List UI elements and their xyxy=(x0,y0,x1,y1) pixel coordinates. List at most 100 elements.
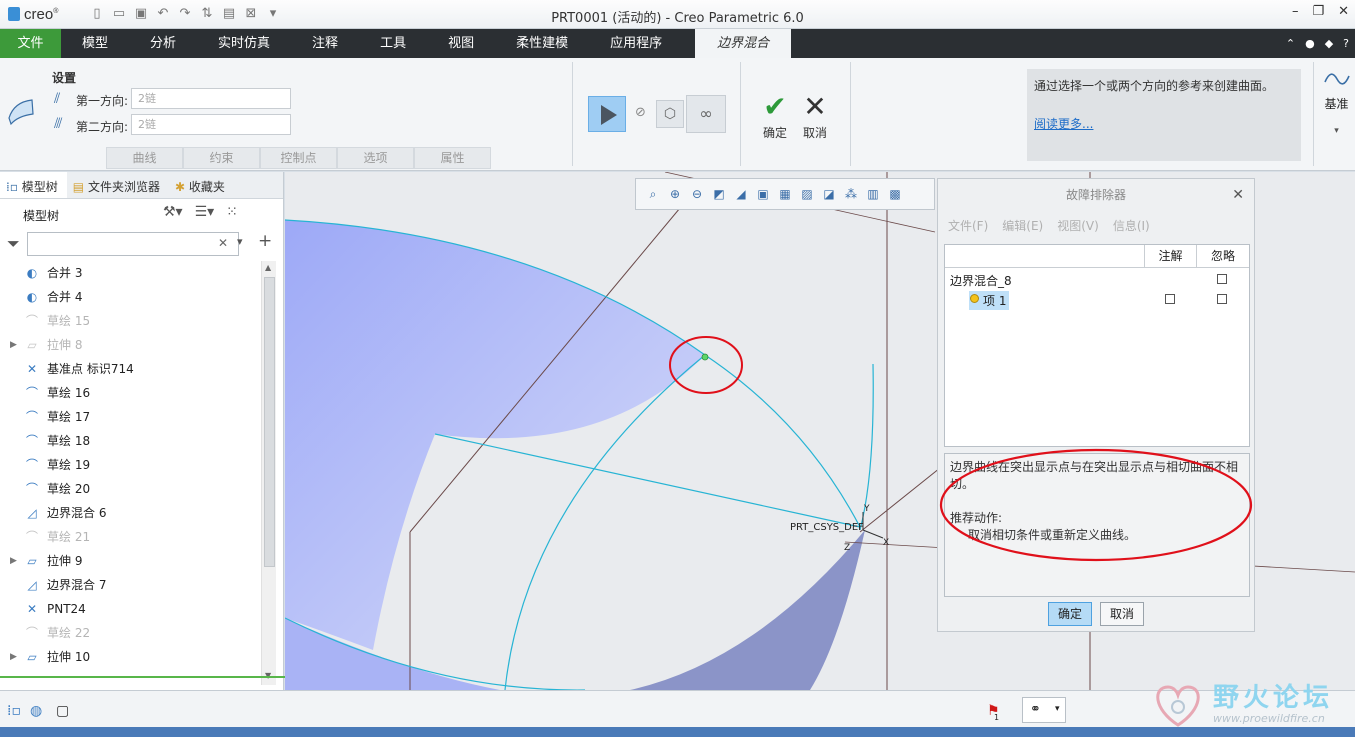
annotation-display-icon[interactable]: ▥ xyxy=(864,184,882,204)
find-dropdown-icon[interactable]: ▾ xyxy=(1055,704,1060,714)
minimize-icon[interactable]: – xyxy=(1292,4,1299,19)
tree-item[interactable]: ⌒ 草绘 17 xyxy=(0,405,262,429)
menu-info[interactable]: 信息(I) xyxy=(1113,211,1150,241)
tree-item[interactable]: ▶ ▱ 拉伸 9 xyxy=(0,549,262,573)
repaint-icon[interactable]: ◩ xyxy=(710,184,728,204)
tree-item[interactable]: ⌒ 草绘 22 xyxy=(0,621,262,645)
tab-folder-browser[interactable]: ▤ 文件夹浏览器 xyxy=(67,172,169,198)
datum-display-icon[interactable]: ⁂ xyxy=(842,184,860,204)
display-style-icon[interactable]: ◢ xyxy=(732,184,750,204)
close-icon[interactable]: ✕ xyxy=(1338,4,1349,19)
ignore-checkbox-group[interactable] xyxy=(1217,274,1227,284)
refit-icon[interactable]: ⌕ xyxy=(644,184,662,204)
tree-search-input[interactable] xyxy=(27,232,239,256)
restore-icon[interactable]: ❐ xyxy=(1312,4,1324,19)
tab-favorites[interactable]: ✱ 收藏夹 xyxy=(169,172,234,198)
menu-edit[interactable]: 编辑(E) xyxy=(1002,211,1043,241)
subtab-properties[interactable]: 属性 xyxy=(414,147,491,169)
note-checkbox-item[interactable] xyxy=(1165,294,1175,304)
tab-file[interactable]: 文件 xyxy=(0,29,61,58)
find-button[interactable]: ⚭ ▾ xyxy=(1022,697,1066,723)
tree-item[interactable]: ✕ 基准点 标识714 xyxy=(0,357,262,381)
tab-analysis[interactable]: 分析 xyxy=(129,29,197,58)
show-list-icon[interactable]: ☰▾ xyxy=(195,204,215,220)
help-icon[interactable]: ? xyxy=(1343,37,1349,50)
tab-model-tree[interactable]: ⁞▫ 模型树 xyxy=(0,172,67,198)
clear-search-icon[interactable]: ✕ xyxy=(218,236,228,250)
tree-scrollbar[interactable]: ▲ ▼ xyxy=(261,261,276,685)
subtab-options[interactable]: 选项 xyxy=(337,147,414,169)
perspective-icon[interactable]: ▨ xyxy=(798,184,816,204)
boundary-surface-upper xyxy=(285,220,705,650)
scroll-up-icon[interactable]: ▲ xyxy=(265,263,271,272)
expand-arrow-icon[interactable]: ▶ xyxy=(10,645,17,669)
tab-live-simulation[interactable]: 实时仿真 xyxy=(197,29,291,58)
table-row-group[interactable]: 边界混合_8 xyxy=(950,272,1012,289)
datum-dropdown-icon[interactable]: ▾ xyxy=(1318,126,1355,136)
read-more-link[interactable]: 阅读更多... xyxy=(1034,116,1294,133)
saved-orientations-icon[interactable]: ▣ xyxy=(754,184,772,204)
no-preview-icon[interactable]: ⊘ xyxy=(635,105,646,120)
academy-icon[interactable]: ◆ xyxy=(1325,37,1333,50)
zoom-in-icon[interactable]: ⊕ xyxy=(666,184,684,204)
tree-item[interactable]: ◐ 合并 3 xyxy=(0,261,262,285)
zoom-out-icon[interactable]: ⊖ xyxy=(688,184,706,204)
tab-boundary-blend[interactable]: 边界混合 xyxy=(695,29,792,58)
collapse-ribbon-icon[interactable]: ⌃ xyxy=(1286,37,1295,50)
dialog-close-icon[interactable]: ✕ xyxy=(1232,179,1244,211)
expand-arrow-icon[interactable]: ▶ xyxy=(10,333,17,357)
verify-icon[interactable]: ⬡ xyxy=(656,100,684,128)
dialog-ok-button[interactable]: 确定 xyxy=(1048,602,1092,626)
tree-item[interactable]: ⌒ 草绘 20 xyxy=(0,477,262,501)
menu-file[interactable]: 文件(F) xyxy=(948,211,988,241)
first-direction-field[interactable]: 2链 xyxy=(131,88,291,109)
tree-item[interactable]: ⌒ 草绘 21 xyxy=(0,525,262,549)
scrollbar-thumb[interactable] xyxy=(264,277,275,567)
tab-view[interactable]: 视图 xyxy=(427,29,495,58)
subtab-control-points[interactable]: 控制点 xyxy=(260,147,337,169)
tree-item-label: PNT24 xyxy=(47,602,86,616)
tree-item[interactable]: ▶ ▱ 拉伸 10 xyxy=(0,645,262,669)
ok-button[interactable]: ✔ 确定 xyxy=(760,90,790,141)
tab-model[interactable]: 模型 xyxy=(61,29,129,58)
tree-item[interactable]: ⌒ 草绘 19 xyxy=(0,453,262,477)
second-direction-field[interactable]: 2链 xyxy=(131,114,291,135)
tree-item[interactable]: ⌒ 草绘 15 xyxy=(0,309,262,333)
csys-label: PRT_CSYS_DEF xyxy=(790,522,864,533)
tree-item[interactable]: ✕ PNT24 xyxy=(0,597,262,621)
subtab-curves[interactable]: 曲线 xyxy=(106,147,183,169)
tab-tools[interactable]: 工具 xyxy=(359,29,427,58)
tab-applications[interactable]: 应用程序 xyxy=(589,29,683,58)
model-tree-toggle-icon[interactable]: ⁞▫ xyxy=(7,703,21,719)
user-icon[interactable]: ● xyxy=(1305,37,1315,50)
expand-arrow-icon[interactable]: ▶ xyxy=(10,549,17,573)
tree-item[interactable]: ◿ 边界混合 6 xyxy=(0,501,262,525)
filter-icon[interactable]: ⏷ xyxy=(7,234,20,254)
settings-tools-icon[interactable]: ⚒▾ xyxy=(163,204,183,220)
spin-center-icon[interactable]: ▩ xyxy=(886,184,904,204)
menu-view[interactable]: 视图(V) xyxy=(1057,211,1099,241)
glasses-preview-icon[interactable]: ∞ xyxy=(686,95,726,133)
tab-annotate[interactable]: 注释 xyxy=(291,29,359,58)
ignore-checkbox-item[interactable] xyxy=(1217,294,1227,304)
sketch-icon: ⌒ xyxy=(25,458,38,472)
add-icon[interactable]: + xyxy=(258,231,272,251)
browser-toggle-icon[interactable]: ◍ xyxy=(30,703,42,719)
search-options-icon[interactable]: ▾ xyxy=(237,235,243,248)
tree-item[interactable]: ◐ 合并 4 xyxy=(0,285,262,309)
datum-button[interactable]: 基准 ▾ xyxy=(1318,66,1355,136)
tree-item[interactable]: ⌒ 草绘 16 xyxy=(0,381,262,405)
grid-icon[interactable]: ⁙ xyxy=(226,204,238,220)
view-manager-icon[interactable]: ▦ xyxy=(776,184,794,204)
tree-item[interactable]: ⌒ 草绘 18 xyxy=(0,429,262,453)
subtab-constraints[interactable]: 约束 xyxy=(183,147,260,169)
tree-item[interactable]: ▶ ▱ 拉伸 8 xyxy=(0,333,262,357)
tree-item[interactable]: ◿ 边界混合 7 xyxy=(0,573,262,597)
fullscreen-icon[interactable]: ▢ xyxy=(56,703,69,719)
table-row-item[interactable]: 项 1 xyxy=(969,291,1010,310)
dialog-cancel-button[interactable]: 取消 xyxy=(1100,602,1144,626)
pause-resume-button[interactable] xyxy=(588,96,626,132)
section-icon[interactable]: ◪ xyxy=(820,184,838,204)
tab-flexible-modeling[interactable]: 柔性建模 xyxy=(495,29,589,58)
cancel-button[interactable]: ✕ 取消 xyxy=(800,90,830,141)
